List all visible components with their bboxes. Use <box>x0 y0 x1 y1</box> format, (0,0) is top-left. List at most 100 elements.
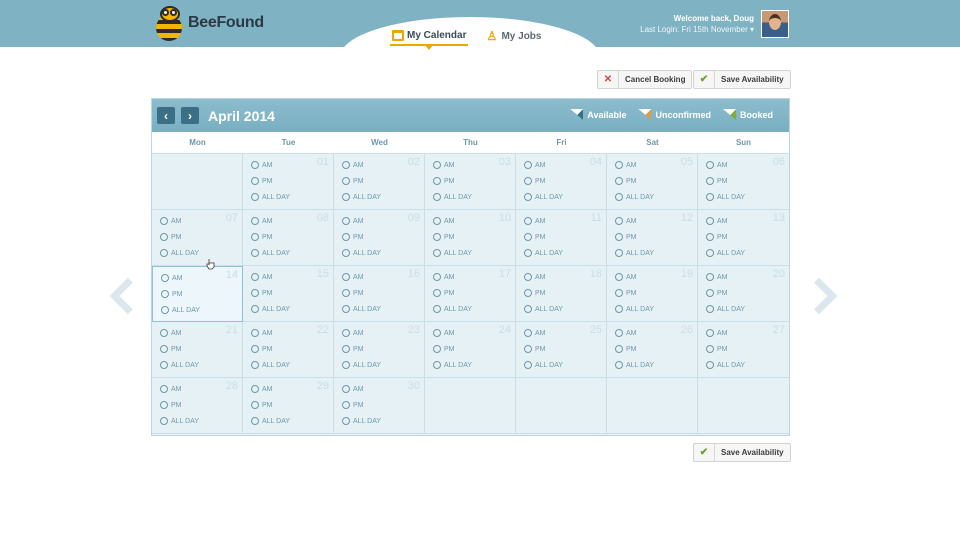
slot-pm-radio[interactable]: PM <box>615 345 637 353</box>
slot-all-radio[interactable]: ALL DAY <box>615 361 654 369</box>
calendar-day-cell[interactable]: 13 AM PM ALL DAY <box>698 210 789 266</box>
slot-all-radio[interactable]: ALL DAY <box>433 193 472 201</box>
slot-am-radio[interactable]: AM <box>615 217 637 225</box>
slot-all-radio[interactable]: ALL DAY <box>706 305 745 313</box>
calendar-day-cell[interactable]: 02 AM PM ALL DAY <box>334 154 425 210</box>
slot-am-radio[interactable]: AM <box>342 273 364 281</box>
prev-month-large-icon[interactable] <box>109 277 147 315</box>
slot-am-radio[interactable]: AM <box>251 161 273 169</box>
tab-my-calendar[interactable]: My Calendar <box>390 27 469 46</box>
slot-am-radio[interactable]: AM <box>160 217 182 225</box>
slot-all-radio[interactable]: ALL DAY <box>615 193 654 201</box>
slot-pm-radio[interactable]: PM <box>251 345 273 353</box>
slot-all-radio[interactable]: ALL DAY <box>706 193 745 201</box>
calendar-day-cell[interactable]: 11 AM PM ALL DAY <box>516 210 607 266</box>
slot-pm-radio[interactable]: PM <box>615 289 637 297</box>
slot-am-radio[interactable]: AM <box>524 217 546 225</box>
calendar-day-cell[interactable]: 04 AM PM ALL DAY <box>516 154 607 210</box>
slot-pm-radio[interactable]: PM <box>251 233 273 241</box>
slot-all-radio[interactable]: ALL DAY <box>433 305 472 313</box>
slot-all-radio[interactable]: ALL DAY <box>433 249 472 257</box>
slot-all-radio[interactable]: ALL DAY <box>342 417 381 425</box>
slot-pm-radio[interactable]: PM <box>706 289 728 297</box>
calendar-day-cell[interactable]: 01 AM PM ALL DAY <box>243 154 334 210</box>
slot-pm-radio[interactable]: PM <box>433 233 455 241</box>
slot-all-radio[interactable]: ALL DAY <box>251 249 290 257</box>
slot-am-radio[interactable]: AM <box>160 329 182 337</box>
calendar-day-cell[interactable]: 06 AM PM ALL DAY <box>698 154 789 210</box>
slot-am-radio[interactable]: AM <box>706 217 728 225</box>
slot-all-radio[interactable]: ALL DAY <box>251 417 290 425</box>
slot-all-radio[interactable]: ALL DAY <box>342 305 381 313</box>
slot-all-radio[interactable]: ALL DAY <box>706 361 745 369</box>
calendar-day-cell[interactable]: 20 AM PM ALL DAY <box>698 266 789 322</box>
slot-all-radio[interactable]: ALL DAY <box>615 305 654 313</box>
logo[interactable]: BeeFound <box>152 2 264 44</box>
slot-pm-radio[interactable]: PM <box>342 177 364 185</box>
calendar-day-cell[interactable]: 12 AM PM ALL DAY <box>607 210 698 266</box>
tab-my-jobs[interactable]: ♙ My Jobs <box>484 27 543 46</box>
calendar-day-cell[interactable]: 27 AM PM ALL DAY <box>698 322 789 378</box>
slot-all-radio[interactable]: ALL DAY <box>251 305 290 313</box>
slot-pm-radio[interactable]: PM <box>615 233 637 241</box>
next-month-large-icon[interactable] <box>800 277 838 315</box>
calendar-day-cell[interactable]: 08 AM PM ALL DAY <box>243 210 334 266</box>
slot-all-radio[interactable]: ALL DAY <box>342 193 381 201</box>
slot-pm-radio[interactable]: PM <box>524 177 546 185</box>
slot-pm-radio[interactable]: PM <box>160 233 182 241</box>
calendar-day-cell[interactable]: 16 AM PM ALL DAY <box>334 266 425 322</box>
slot-am-radio[interactable]: AM <box>160 385 182 393</box>
cancel-booking-button[interactable]: ✕ Cancel Booking <box>597 70 693 89</box>
slot-all-radio[interactable]: ALL DAY <box>524 249 563 257</box>
slot-pm-radio[interactable]: PM <box>706 233 728 241</box>
slot-pm-radio[interactable]: PM <box>706 177 728 185</box>
last-login-dropdown[interactable]: Last Login: Fri 15th November ▾ <box>640 25 754 34</box>
slot-all-radio[interactable]: ALL DAY <box>251 193 290 201</box>
slot-pm-radio[interactable]: PM <box>342 233 364 241</box>
slot-pm-radio[interactable]: PM <box>161 290 183 298</box>
calendar-day-cell[interactable]: 24 AM PM ALL DAY <box>425 322 516 378</box>
slot-pm-radio[interactable]: PM <box>251 401 273 409</box>
slot-all-radio[interactable]: ALL DAY <box>160 249 199 257</box>
calendar-day-cell[interactable]: 03 AM PM ALL DAY <box>425 154 516 210</box>
slot-pm-radio[interactable]: PM <box>160 345 182 353</box>
prev-month-button[interactable]: ‹ <box>157 107 175 124</box>
calendar-day-cell[interactable]: 09 AM PM ALL DAY <box>334 210 425 266</box>
slot-all-radio[interactable]: ALL DAY <box>615 249 654 257</box>
slot-am-radio[interactable]: AM <box>615 161 637 169</box>
slot-am-radio[interactable]: AM <box>342 161 364 169</box>
slot-pm-radio[interactable]: PM <box>342 289 364 297</box>
avatar[interactable] <box>761 10 789 38</box>
slot-am-radio[interactable]: AM <box>342 385 364 393</box>
slot-pm-radio[interactable]: PM <box>433 289 455 297</box>
slot-am-radio[interactable]: AM <box>524 161 546 169</box>
calendar-day-cell[interactable]: 10 AM PM ALL DAY <box>425 210 516 266</box>
slot-am-radio[interactable]: AM <box>433 217 455 225</box>
slot-am-radio[interactable]: AM <box>615 273 637 281</box>
slot-pm-radio[interactable]: PM <box>251 289 273 297</box>
calendar-day-cell[interactable]: 23 AM PM ALL DAY <box>334 322 425 378</box>
slot-all-radio[interactable]: ALL DAY <box>342 361 381 369</box>
slot-pm-radio[interactable]: PM <box>433 345 455 353</box>
calendar-day-cell[interactable]: 28 AM PM ALL DAY <box>152 378 243 434</box>
slot-pm-radio[interactable]: PM <box>615 177 637 185</box>
calendar-day-cell[interactable]: 22 AM PM ALL DAY <box>243 322 334 378</box>
slot-all-radio[interactable]: ALL DAY <box>160 361 199 369</box>
slot-pm-radio[interactable]: PM <box>433 177 455 185</box>
calendar-day-cell[interactable]: 30 AM PM ALL DAY <box>334 378 425 434</box>
slot-all-radio[interactable]: ALL DAY <box>160 417 199 425</box>
calendar-day-cell[interactable]: 15 AM PM ALL DAY <box>243 266 334 322</box>
save-availability-button[interactable]: ✔ Save Availability <box>693 70 791 89</box>
slot-pm-radio[interactable]: PM <box>706 345 728 353</box>
slot-pm-radio[interactable]: PM <box>342 401 364 409</box>
slot-am-radio[interactable]: AM <box>251 217 273 225</box>
slot-all-radio[interactable]: ALL DAY <box>524 361 563 369</box>
slot-am-radio[interactable]: AM <box>706 329 728 337</box>
slot-am-radio[interactable]: AM <box>251 385 273 393</box>
calendar-day-cell[interactable]: 25 AM PM ALL DAY <box>516 322 607 378</box>
slot-all-radio[interactable]: ALL DAY <box>433 361 472 369</box>
slot-am-radio[interactable]: AM <box>433 273 455 281</box>
slot-pm-radio[interactable]: PM <box>251 177 273 185</box>
slot-pm-radio[interactable]: PM <box>524 233 546 241</box>
slot-am-radio[interactable]: AM <box>706 161 728 169</box>
